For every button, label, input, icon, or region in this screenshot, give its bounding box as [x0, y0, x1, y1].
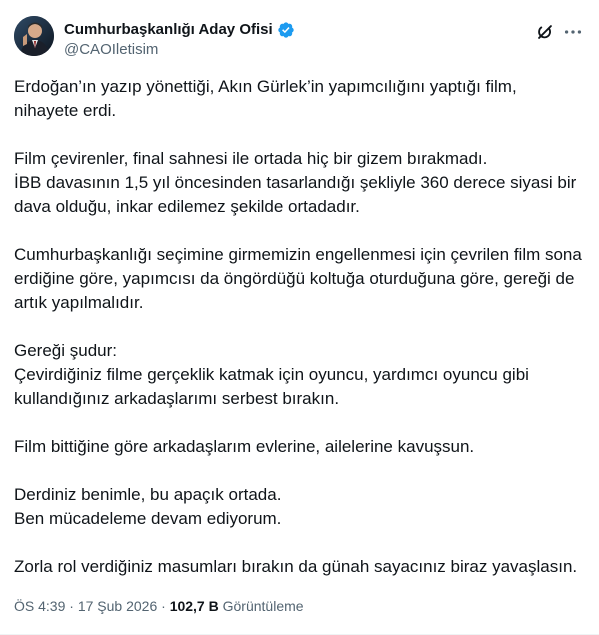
more-options-icon[interactable] — [562, 21, 584, 43]
tweet-line: Film bittiğine göre arkadaşlarım evlerin… — [14, 437, 475, 456]
avatar-image — [14, 16, 54, 56]
tweet-paragraph: Erdoğan’ın yazıp yönettiği, Akın Gürlek’… — [14, 75, 584, 123]
author-handle[interactable]: @CAOIletisim — [64, 41, 158, 59]
meta-separator: · — [161, 598, 166, 614]
avatar[interactable] — [14, 16, 54, 56]
tweet-line: Film çevirenler, final sahnesi ile ortad… — [14, 149, 488, 168]
meta-separator: · — [69, 598, 74, 614]
tweet-line: Zorla rol verdiğiniz masumları bırakın d… — [14, 557, 578, 576]
tweet-line: Gereği şudur: — [14, 341, 117, 360]
tweet-line: Erdoğan’ın yazıp yönettiği, Akın Gürlek’… — [14, 77, 517, 120]
tweet-date[interactable]: 17 Şub 2026 — [78, 598, 157, 614]
tweet-paragraph: Film çevirenler, final sahnesi ile ortad… — [14, 147, 584, 219]
tweet-card: Cumhurbaşkanlığı Aday Ofisi @CAOIletisim… — [0, 0, 599, 635]
author-display-name[interactable]: Cumhurbaşkanlığı Aday Ofisi — [64, 21, 273, 39]
grok-icon[interactable] — [534, 21, 556, 43]
tweet-line: Derdiniz benimle, bu apaçık ortada. — [14, 485, 282, 504]
views-label: Görüntüleme — [222, 598, 304, 614]
tweet-line: Ben mücadeleme devam ediyorum. — [14, 509, 282, 528]
tweet-line: Cumhurbaşkanlığı seçimine girmemizin eng… — [14, 245, 582, 312]
tweet-paragraph: Gereği şudur: Çevirdiğiniz filme gerçekli… — [14, 339, 584, 411]
tweet-line: Çevirdiğiniz filme gerçeklik katmak için… — [14, 365, 529, 408]
tweet-paragraph: Derdiniz benimle, bu apaçık ortada. Ben m… — [14, 483, 584, 531]
tweet-paragraph: Cumhurbaşkanlığı seçimine girmemizin eng… — [14, 243, 584, 315]
tweet-paragraph: Zorla rol verdiğiniz masumları bırakın d… — [14, 555, 584, 579]
tweet-paragraph: Film bittiğine göre arkadaşlarım evlerin… — [14, 435, 584, 459]
verified-badge-icon[interactable] — [277, 21, 295, 39]
tweet-line: İBB davasının 1,5 yıl öncesinden tasarla… — [14, 173, 577, 216]
tweet-text: Erdoğan’ın yazıp yönettiği, Akın Gürlek’… — [14, 75, 584, 579]
views-count: 102,7 B — [169, 598, 219, 614]
tweet-time[interactable]: ÖS 4:39 — [14, 598, 65, 614]
tweet-meta: ÖS 4:39 · 17 Şub 2026 · 102,7 B Görüntül… — [14, 597, 304, 615]
author-name-row: Cumhurbaşkanlığı Aday Ofisi — [64, 21, 295, 39]
